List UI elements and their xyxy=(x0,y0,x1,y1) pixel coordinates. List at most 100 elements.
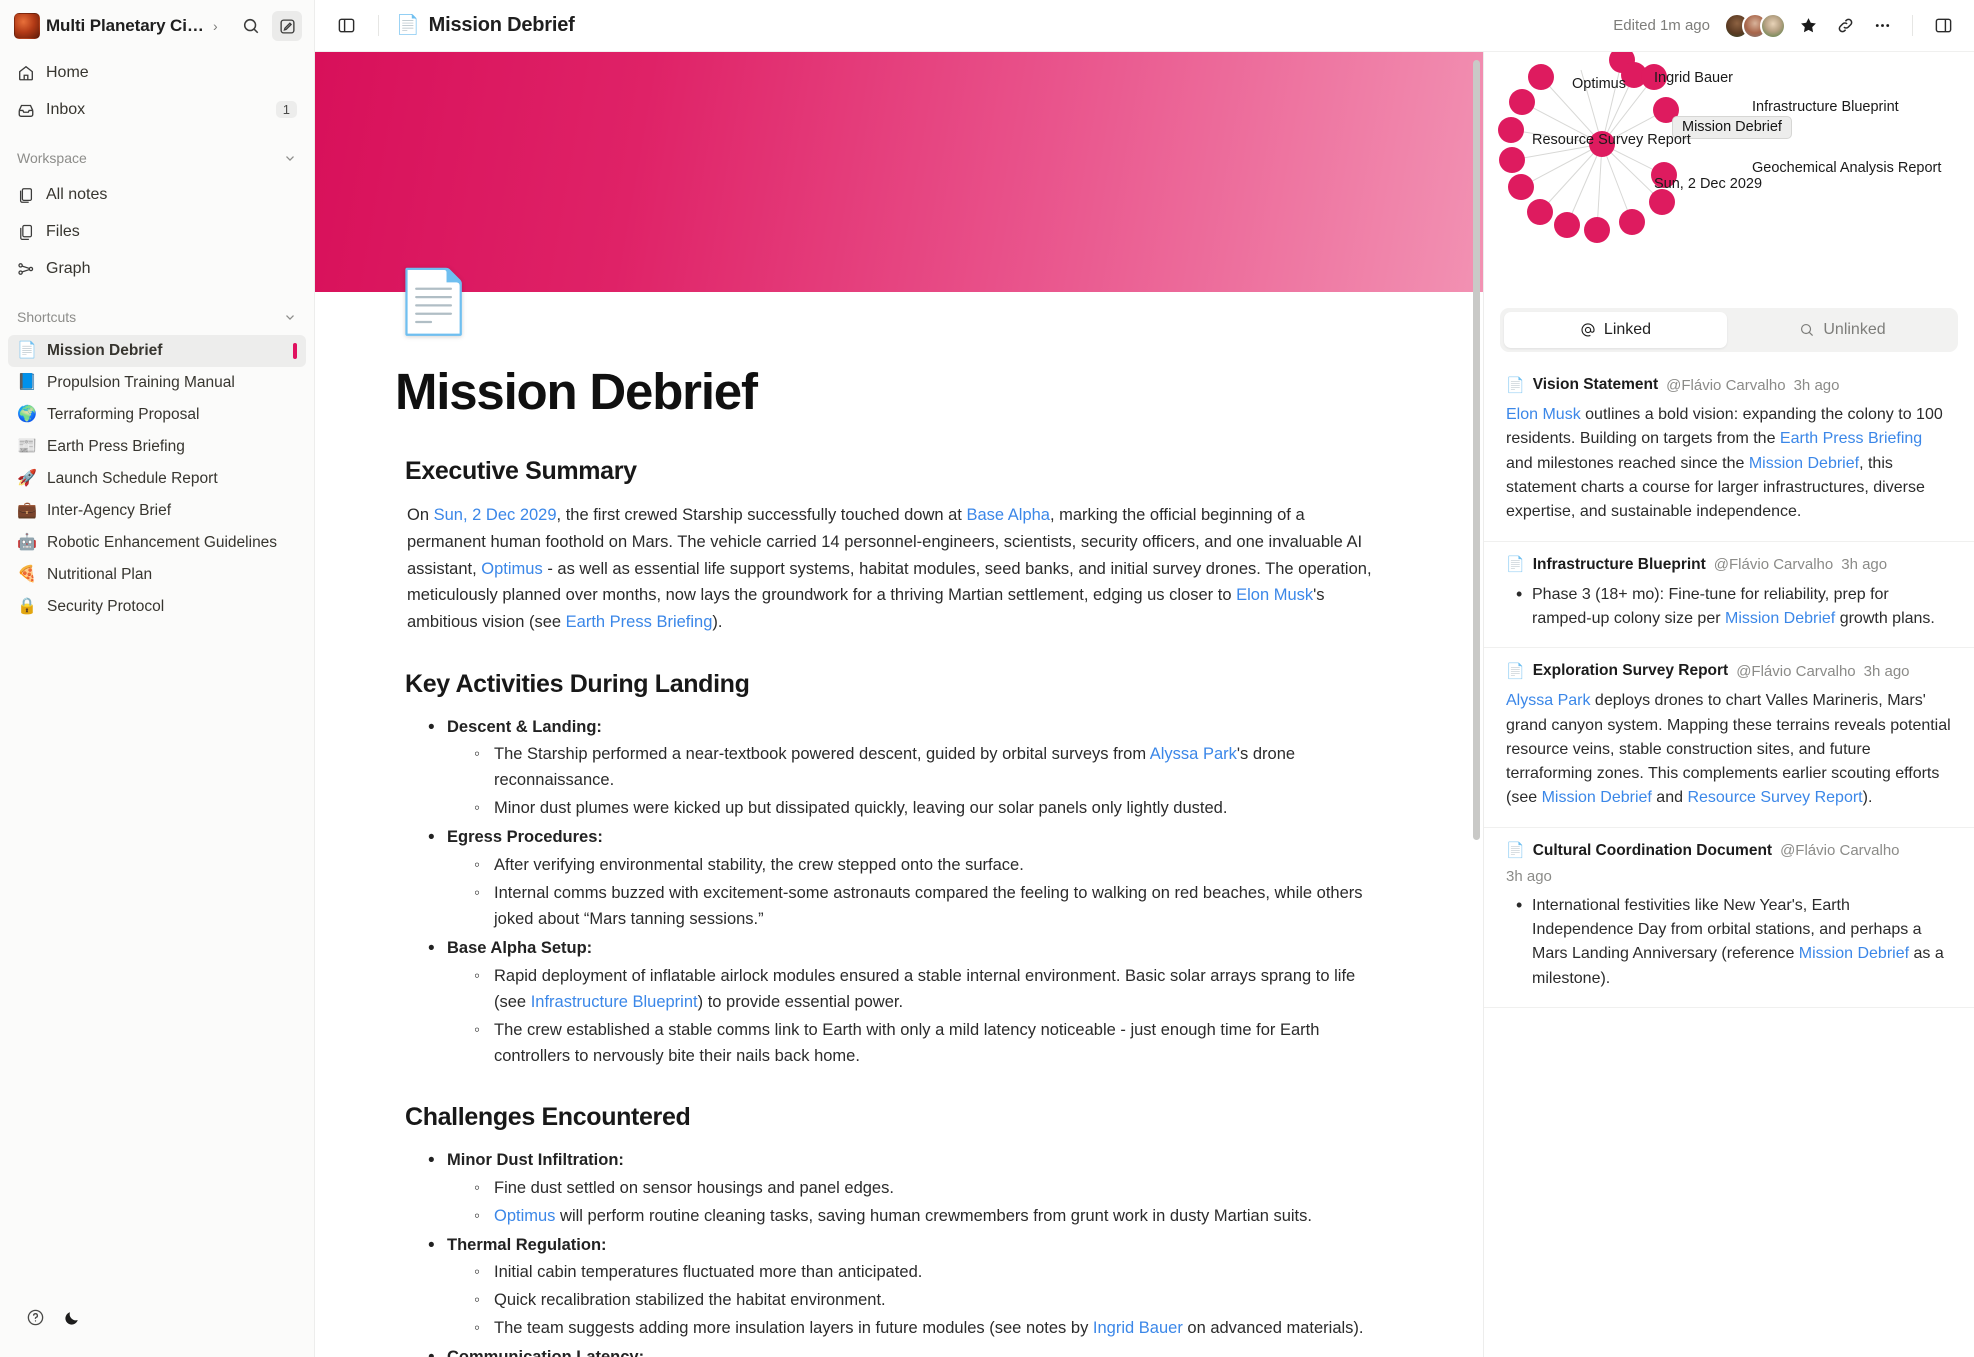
star-icon[interactable] xyxy=(1793,11,1823,41)
doc-link[interactable]: Ingrid Bauer xyxy=(1093,1319,1183,1337)
backlink-title[interactable]: Infrastructure Blueprint xyxy=(1533,556,1706,574)
doc-link[interactable]: Elon Musk xyxy=(1236,586,1313,604)
inbox-icon xyxy=(18,104,34,117)
sidebar-shortcut-item[interactable]: 🌍 Terraforming Proposal xyxy=(8,399,306,431)
tab-unlinked[interactable]: Unlinked xyxy=(1731,312,1954,348)
search-icon xyxy=(1801,323,1814,337)
sidebar-item-label: Graph xyxy=(46,259,91,277)
sub-list-item: Fine dust settled on sensor housings and… xyxy=(472,1175,1387,1201)
shortcut-emoji-icon: 📘 xyxy=(17,374,37,391)
cover-banner[interactable]: 📄 xyxy=(315,52,1483,334)
backlink-item[interactable]: 📄 Infrastructure Blueprint @Flávio Carvalh… xyxy=(1484,542,1974,649)
sub-bullet-list: Initial cabin temperatures fluctuated mo… xyxy=(472,1259,1387,1342)
more-horizontal-icon[interactable] xyxy=(1867,11,1897,41)
backlink-link[interactable]: Alyssa Park xyxy=(1506,692,1590,709)
sidebar-shortcut-item[interactable]: 🚀 Launch Schedule Report xyxy=(8,463,306,495)
workspace-header[interactable]: Multi Planetary Civiliz... › xyxy=(0,0,314,52)
shortcut-label: Nutritional Plan xyxy=(47,566,153,583)
sidebar-item-graph[interactable]: Graph xyxy=(8,250,306,287)
document-body: Mission Debrief Executive Summary On Sun,… xyxy=(315,292,1483,1357)
divider xyxy=(378,15,379,36)
workspace-section-header[interactable]: Workspace xyxy=(0,140,314,176)
list-item-label: Thermal Regulation: xyxy=(447,1235,607,1254)
backlink-title[interactable]: Cultural Coordination Document xyxy=(1533,842,1772,860)
doc-link[interactable]: Base Alpha xyxy=(966,506,1049,524)
document-scrollbar[interactable] xyxy=(1473,60,1480,840)
doc-link[interactable]: Sun, 2 Dec 2029 xyxy=(434,506,557,524)
sidebar-shortcut-item[interactable]: 🤖 Robotic Enhancement Guidelines xyxy=(8,527,306,559)
search-icon[interactable] xyxy=(236,11,266,41)
shortcut-label: Terraforming Proposal xyxy=(47,406,200,423)
backlink-bullet-item: International festivities like New Year'… xyxy=(1510,892,1952,991)
doc-link[interactable]: Alyssa Park xyxy=(1150,745,1237,763)
backlink-header: 📄 Infrastructure Blueprint @Flávio Carvalh… xyxy=(1506,556,1952,574)
files-icon xyxy=(20,224,33,240)
sidebar-item-home[interactable]: Home xyxy=(8,54,306,91)
backlink-bullet-item: Phase 3 (18+ mo): Fine-tune for reliabil… xyxy=(1510,581,1952,632)
backlink-link[interactable]: Mission Debrief xyxy=(1749,455,1859,472)
notes-icon xyxy=(19,187,33,203)
backlink-link[interactable]: Resource Survey Report xyxy=(1687,789,1862,806)
backlink-link[interactable]: Mission Debrief xyxy=(1799,945,1909,962)
compose-icon[interactable] xyxy=(272,11,302,41)
shortcuts-section-header[interactable]: Shortcuts xyxy=(0,299,314,335)
doc-link[interactable]: Earth Press Briefing xyxy=(566,613,713,631)
sub-list-item: The crew established a stable comms link… xyxy=(472,1017,1387,1069)
sidebar-shortcut-item[interactable]: 📘 Propulsion Training Manual xyxy=(8,367,306,399)
document-scroll-area[interactable]: 📄 Mission Debrief Executive Summary On Su… xyxy=(315,52,1484,1357)
document-sections: Executive Summary On Sun, 2 Dec 2029, the… xyxy=(395,457,1387,1357)
backlink-bullets: Phase 3 (18+ mo): Fine-tune for reliabil… xyxy=(1510,581,1952,632)
sub-list-item: The Starship performed a near-textbook p… xyxy=(472,741,1387,793)
graph-nodes[interactable] xyxy=(1498,52,1679,243)
unread-marker xyxy=(293,343,297,359)
backlink-header: 📄 Vision Statement @Flávio Carvalho 3h ago xyxy=(1506,376,1952,394)
sub-bullet-list: Fine dust settled on sensor housings and… xyxy=(472,1175,1387,1229)
backlink-link[interactable]: Earth Press Briefing xyxy=(1780,430,1922,447)
breadcrumb[interactable]: 📄 Mission Debrief xyxy=(396,14,575,37)
backlink-item[interactable]: 📄 Exploration Survey Report @Flávio Carval… xyxy=(1484,648,1974,828)
main-area: 📄 Mission Debrief Edited 1m ago 📄 Missio… xyxy=(315,0,1974,1357)
inbox-badge: 1 xyxy=(275,101,297,118)
backlink-title[interactable]: Exploration Survey Report xyxy=(1533,662,1729,680)
sub-list-item: Internal comms buzzed with excitement-so… xyxy=(472,880,1387,932)
document-emoji-icon[interactable]: 📄 xyxy=(395,272,472,334)
workspace-avatar xyxy=(14,13,40,39)
sidebar-item-inbox[interactable]: Inbox 1 xyxy=(8,91,306,128)
doc-link[interactable]: Optimus xyxy=(481,560,542,578)
edited-status: Edited 1m ago xyxy=(1613,17,1710,34)
home-icon xyxy=(19,65,33,80)
sub-bullet-list: After verifying environmental stability,… xyxy=(472,852,1387,932)
sidebar-shortcut-item[interactable]: 🍕 Nutritional Plan xyxy=(8,559,306,591)
chevron-right-icon: › xyxy=(213,18,218,34)
backlink-title[interactable]: Vision Statement xyxy=(1533,376,1658,394)
panel-left-icon[interactable] xyxy=(331,11,361,41)
sidebar-shortcut-item[interactable]: 💼 Inter-Agency Brief xyxy=(8,495,306,527)
backlink-link[interactable]: Mission Debrief xyxy=(1725,610,1835,627)
sidebar-shortcut-item[interactable]: 📄 Mission Debrief xyxy=(8,335,306,367)
backlink-item[interactable]: 📄 Vision Statement @Flávio Carvalho 3h ago E… xyxy=(1484,362,1974,542)
link-icon[interactable] xyxy=(1830,11,1860,41)
tab-linked[interactable]: Linked xyxy=(1504,312,1727,348)
doc-link[interactable]: Infrastructure Blueprint xyxy=(531,993,698,1011)
panel-right-icon[interactable] xyxy=(1928,11,1958,41)
backlink-timestamp: 3h ago xyxy=(1793,376,1840,394)
sidebar-shortcut-item[interactable]: 📰 Earth Press Briefing xyxy=(8,431,306,463)
help-icon[interactable] xyxy=(26,1308,45,1327)
list-item: Communication Latency:At roughly 10 minu… xyxy=(425,1344,1387,1357)
bullet-list: Descent & Landing: The Starship performed… xyxy=(425,714,1387,1069)
graph-preview[interactable]: Ingrid Bauer Optimus Infrastructure Bluepr… xyxy=(1484,52,1974,302)
moon-icon[interactable] xyxy=(63,1308,82,1327)
collaborator-avatars[interactable] xyxy=(1724,12,1786,39)
backlink-link[interactable]: Mission Debrief xyxy=(1542,789,1652,806)
sidebar-item-all-notes[interactable]: All notes xyxy=(8,176,306,213)
backlink-link[interactable]: Elon Musk xyxy=(1506,406,1581,423)
doc-link[interactable]: Optimus xyxy=(494,1207,555,1225)
backlink-item[interactable]: 📄 Cultural Coordination Document @Flávio C… xyxy=(1484,828,1974,1008)
sidebar-item-files[interactable]: Files xyxy=(8,213,306,250)
shortcuts-list: 📄 Mission Debrief 📘 Propulsion Training Man… xyxy=(0,335,314,623)
sidebar-shortcut-item[interactable]: 🔒 Security Protocol xyxy=(8,591,306,623)
backlink-header: 📄 Exploration Survey Report @Flávio Carval… xyxy=(1506,662,1952,680)
bullet-list: Minor Dust Infiltration: Fine dust settle… xyxy=(425,1147,1387,1357)
at-icon xyxy=(1581,323,1595,337)
sub-list-item: The team suggests adding more insulation… xyxy=(472,1315,1387,1341)
